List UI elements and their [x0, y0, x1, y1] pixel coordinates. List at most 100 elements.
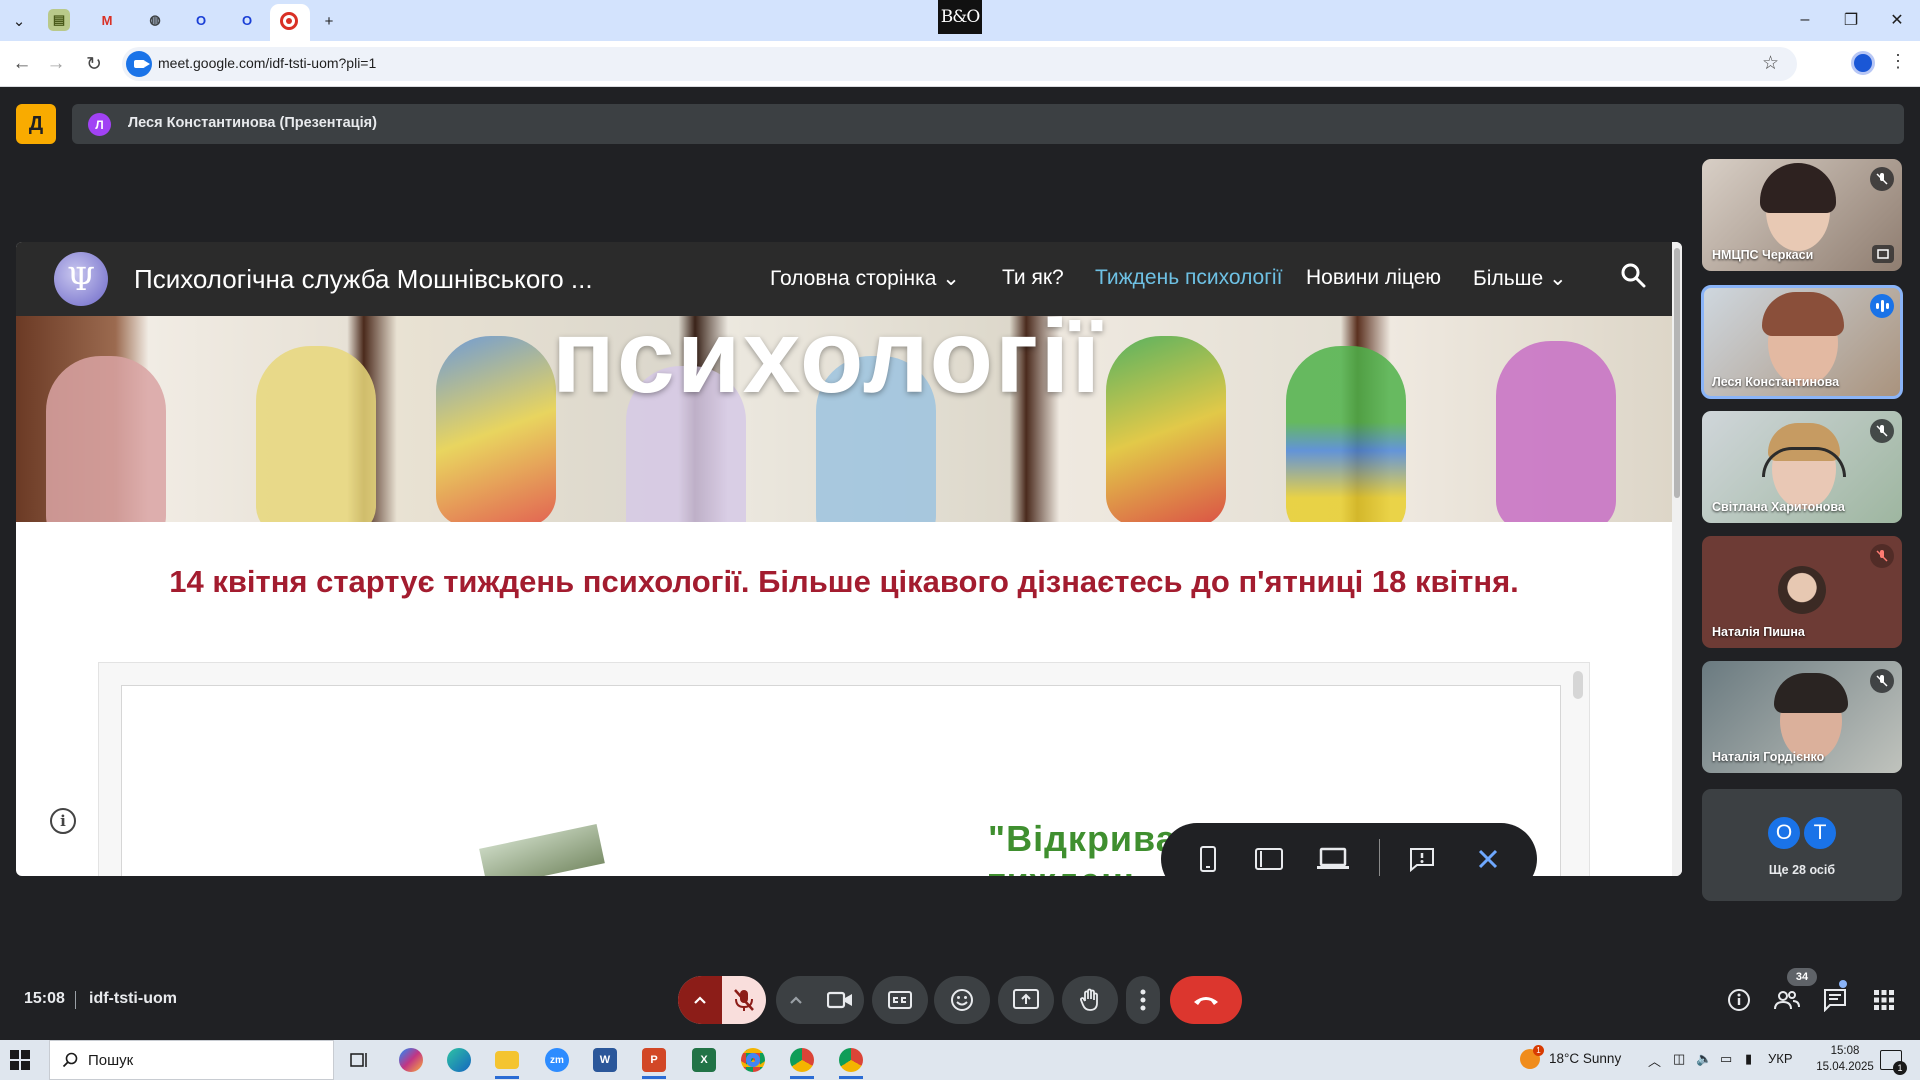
- camera-icon: [827, 991, 852, 1009]
- search-icon[interactable]: [1620, 262, 1646, 288]
- camera-control: [776, 976, 864, 1024]
- participant-tile[interactable]: НМЦПС Черкаси: [1702, 159, 1902, 271]
- participant-tile-speaking[interactable]: Леся Константинова: [1701, 285, 1903, 399]
- participant-name: Наталія Гордієнко: [1712, 750, 1825, 764]
- profile-avatar[interactable]: [1851, 51, 1875, 75]
- site-navbar: Ψ Психологічна служба Мошнівського ... Г…: [16, 242, 1672, 316]
- speaking-indicator-icon: [1870, 294, 1894, 318]
- language-indicator[interactable]: УКР: [1768, 1051, 1793, 1066]
- captions-button[interactable]: [872, 976, 928, 1024]
- chrome-meet-icon[interactable]: [833, 1045, 869, 1079]
- chevron-down-icon: ⌄: [942, 267, 960, 290]
- participant-tile[interactable]: Світлана Харитонова: [1702, 411, 1902, 523]
- reload-icon[interactable]: ↻: [81, 51, 107, 77]
- chrome-icon[interactable]: [735, 1045, 771, 1075]
- meet-site-icon[interactable]: [126, 51, 152, 77]
- microphone-control: [678, 976, 766, 1024]
- activities-button[interactable]: [1862, 978, 1906, 1022]
- tablet-view-icon[interactable]: [1252, 843, 1286, 875]
- weather-badge: 1: [1533, 1045, 1544, 1056]
- participant-avatar: Т: [1802, 815, 1838, 851]
- meet-tray-icon[interactable]: ◫: [1673, 1051, 1685, 1067]
- shared-screen: Ψ Психологічна служба Мошнівського ... Г…: [16, 242, 1682, 876]
- tab-favicon-gmail-icon[interactable]: M: [96, 9, 118, 31]
- tab-search-chevron-icon[interactable]: ⌄: [6, 8, 32, 34]
- windows-start-icon[interactable]: [10, 1050, 30, 1070]
- taskbar-clock[interactable]: 15:08 15.04.2025: [1810, 1043, 1880, 1075]
- banner-title: психології: [552, 316, 1103, 415]
- tab-active-meet[interactable]: [270, 4, 310, 41]
- close-icon[interactable]: [1471, 843, 1505, 875]
- edge-icon[interactable]: [441, 1045, 477, 1075]
- participant-tile[interactable]: Наталія Гордієнко: [1702, 661, 1902, 773]
- chat-icon: [1824, 989, 1846, 1012]
- video-options-chevron-icon[interactable]: [776, 976, 816, 1024]
- tab-favicon-files-icon[interactable]: ▤: [48, 9, 70, 31]
- captions-icon: [888, 991, 912, 1009]
- bookmark-star-icon[interactable]: ☆: [1762, 52, 1779, 75]
- tab-favicon-globe-icon[interactable]: ◍: [144, 9, 166, 31]
- feedback-icon[interactable]: [1405, 843, 1439, 875]
- menu-item-more[interactable]: Більше ⌄: [1473, 266, 1567, 291]
- zoom-icon[interactable]: zm: [539, 1045, 575, 1075]
- more-participants-label: Ще 28 осіб: [1768, 863, 1836, 877]
- browser-menu-icon[interactable]: ⋮: [1889, 51, 1907, 72]
- page-scrollbar[interactable]: [1672, 242, 1682, 876]
- clock-time: 15:08: [1830, 1045, 1860, 1057]
- restore-button[interactable]: ❐: [1836, 8, 1866, 32]
- present-screen-button[interactable]: [998, 976, 1054, 1024]
- reactions-button[interactable]: [934, 976, 990, 1024]
- menu-item-news[interactable]: Новини ліцею: [1306, 266, 1441, 290]
- speaker-icon[interactable]: 🔈: [1696, 1051, 1712, 1067]
- url-text[interactable]: meet.google.com/idf-tsti-uom?pli=1: [158, 55, 376, 71]
- taskbar-search-placeholder: Пошук: [88, 1052, 134, 1069]
- tab-favicon-o-icon[interactable]: O: [190, 9, 212, 31]
- copilot-icon[interactable]: [393, 1045, 429, 1075]
- back-icon[interactable]: ←: [9, 51, 35, 77]
- raise-hand-button[interactable]: [1062, 976, 1118, 1024]
- excel-icon[interactable]: X: [686, 1045, 722, 1075]
- minimize-button[interactable]: –: [1790, 8, 1820, 32]
- camera-button[interactable]: [816, 976, 864, 1024]
- powerpoint-icon[interactable]: P: [636, 1045, 672, 1079]
- people-button[interactable]: [1765, 978, 1809, 1022]
- divider: [75, 991, 76, 1009]
- more-participants-tile[interactable]: О Т Ще 28 осіб: [1702, 789, 1902, 901]
- participant-avatar: [1778, 566, 1826, 614]
- book-image: [479, 823, 605, 876]
- microphone-tray-icon[interactable]: ▮: [1745, 1051, 1752, 1067]
- taskbar-search-box[interactable]: Пошук: [49, 1040, 334, 1080]
- meeting-details-button[interactable]: [1717, 978, 1761, 1022]
- more-options-button[interactable]: [1126, 976, 1160, 1024]
- address-bar[interactable]: meet.google.com/idf-tsti-uom?pli=1 ☆: [122, 47, 1797, 81]
- tray-chevron-icon[interactable]: ︿: [1648, 1051, 1661, 1070]
- task-view-icon[interactable]: [342, 1045, 378, 1075]
- word-icon[interactable]: W: [587, 1045, 623, 1075]
- audio-options-chevron-icon[interactable]: [678, 976, 722, 1024]
- forward-icon[interactable]: →: [43, 51, 69, 77]
- embed-scrollbar[interactable]: [1573, 671, 1583, 699]
- phone-view-icon[interactable]: [1191, 843, 1225, 875]
- participant-tile[interactable]: Наталія Пишна: [1702, 536, 1902, 648]
- menu-item-how-are-you[interactable]: Ти як?: [1002, 266, 1064, 290]
- mic-off-icon: [1870, 669, 1894, 693]
- network-icon[interactable]: ▭: [1720, 1051, 1732, 1067]
- menu-item-home[interactable]: Головна сторінка ⌄: [770, 266, 960, 291]
- file-explorer-icon[interactable]: [489, 1045, 525, 1079]
- chat-button[interactable]: [1813, 978, 1857, 1022]
- view-mode-toolbar: [1161, 823, 1537, 876]
- mic-off-button[interactable]: [722, 976, 766, 1024]
- pin-icon[interactable]: [1872, 245, 1894, 263]
- leave-call-button[interactable]: [1170, 976, 1242, 1024]
- tab-favicon-o2-icon[interactable]: O: [236, 9, 258, 31]
- close-window-button[interactable]: ✕: [1882, 8, 1912, 32]
- hand-drawing: [1106, 336, 1226, 522]
- new-tab-button[interactable]: +: [316, 8, 342, 34]
- info-icon[interactable]: i: [50, 808, 76, 834]
- laptop-view-icon[interactable]: [1316, 843, 1350, 875]
- hand-drawing: [256, 346, 376, 522]
- menu-item-psychology-week[interactable]: Тиждень психології: [1095, 266, 1282, 290]
- chat-unread-dot: [1839, 980, 1847, 988]
- chrome-profile-icon[interactable]: [784, 1045, 820, 1079]
- weather-text[interactable]: 18°C Sunny: [1549, 1051, 1621, 1066]
